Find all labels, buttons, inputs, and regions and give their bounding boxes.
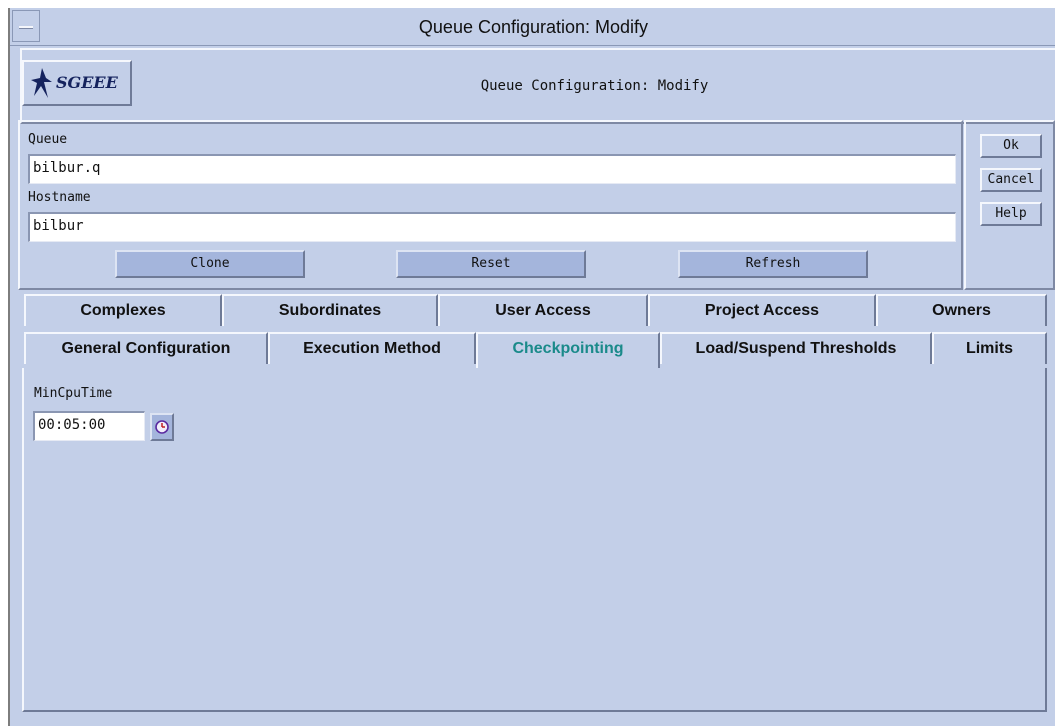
tab-project-access[interactable]: Project Access bbox=[648, 294, 876, 326]
min-cpu-time-input[interactable]: 00:05:00 bbox=[33, 411, 145, 441]
tab-checkpointing[interactable]: Checkpointing bbox=[476, 332, 660, 368]
tab-complexes[interactable]: Complexes bbox=[24, 294, 222, 326]
sgeee-logo: SGEEE bbox=[22, 60, 132, 106]
window-title: Queue Configuration: Modify bbox=[418, 17, 649, 37]
ok-button[interactable]: Ok bbox=[980, 134, 1042, 158]
tab-owners[interactable]: Owners bbox=[876, 294, 1047, 326]
logo-text: SGEEE bbox=[56, 73, 118, 92]
min-cpu-time-picker-button[interactable] bbox=[150, 413, 174, 441]
tab-general-configuration[interactable]: General Configuration bbox=[24, 332, 268, 364]
refresh-button[interactable]: Refresh bbox=[678, 250, 868, 278]
tab-subordinates[interactable]: Subordinates bbox=[222, 294, 438, 326]
help-button[interactable]: Help bbox=[980, 202, 1042, 226]
header-title: Queue Configuration: Modify bbox=[480, 78, 709, 94]
clock-icon bbox=[155, 420, 169, 434]
hostname-input[interactable]: bilbur bbox=[28, 212, 956, 242]
clone-button[interactable]: Clone bbox=[115, 250, 305, 278]
queue-input[interactable]: bilbur.q bbox=[28, 154, 956, 184]
hostname-label: Hostname bbox=[28, 190, 91, 205]
min-cpu-time-label: MinCpuTime bbox=[34, 386, 113, 401]
title-bar[interactable]: Queue Configuration: Modify bbox=[10, 8, 1055, 46]
queue-label: Queue bbox=[28, 132, 68, 147]
tab-user-access[interactable]: User Access bbox=[438, 294, 648, 326]
bird-logo-icon bbox=[31, 68, 52, 98]
tab-limits[interactable]: Limits bbox=[932, 332, 1047, 364]
tab-execution-method[interactable]: Execution Method bbox=[268, 332, 476, 364]
tab-load-suspend-thresholds[interactable]: Load/Suspend Thresholds bbox=[660, 332, 932, 364]
cancel-button[interactable]: Cancel bbox=[980, 168, 1042, 192]
checkpointing-panel bbox=[22, 368, 1047, 712]
reset-button[interactable]: Reset bbox=[396, 250, 586, 278]
